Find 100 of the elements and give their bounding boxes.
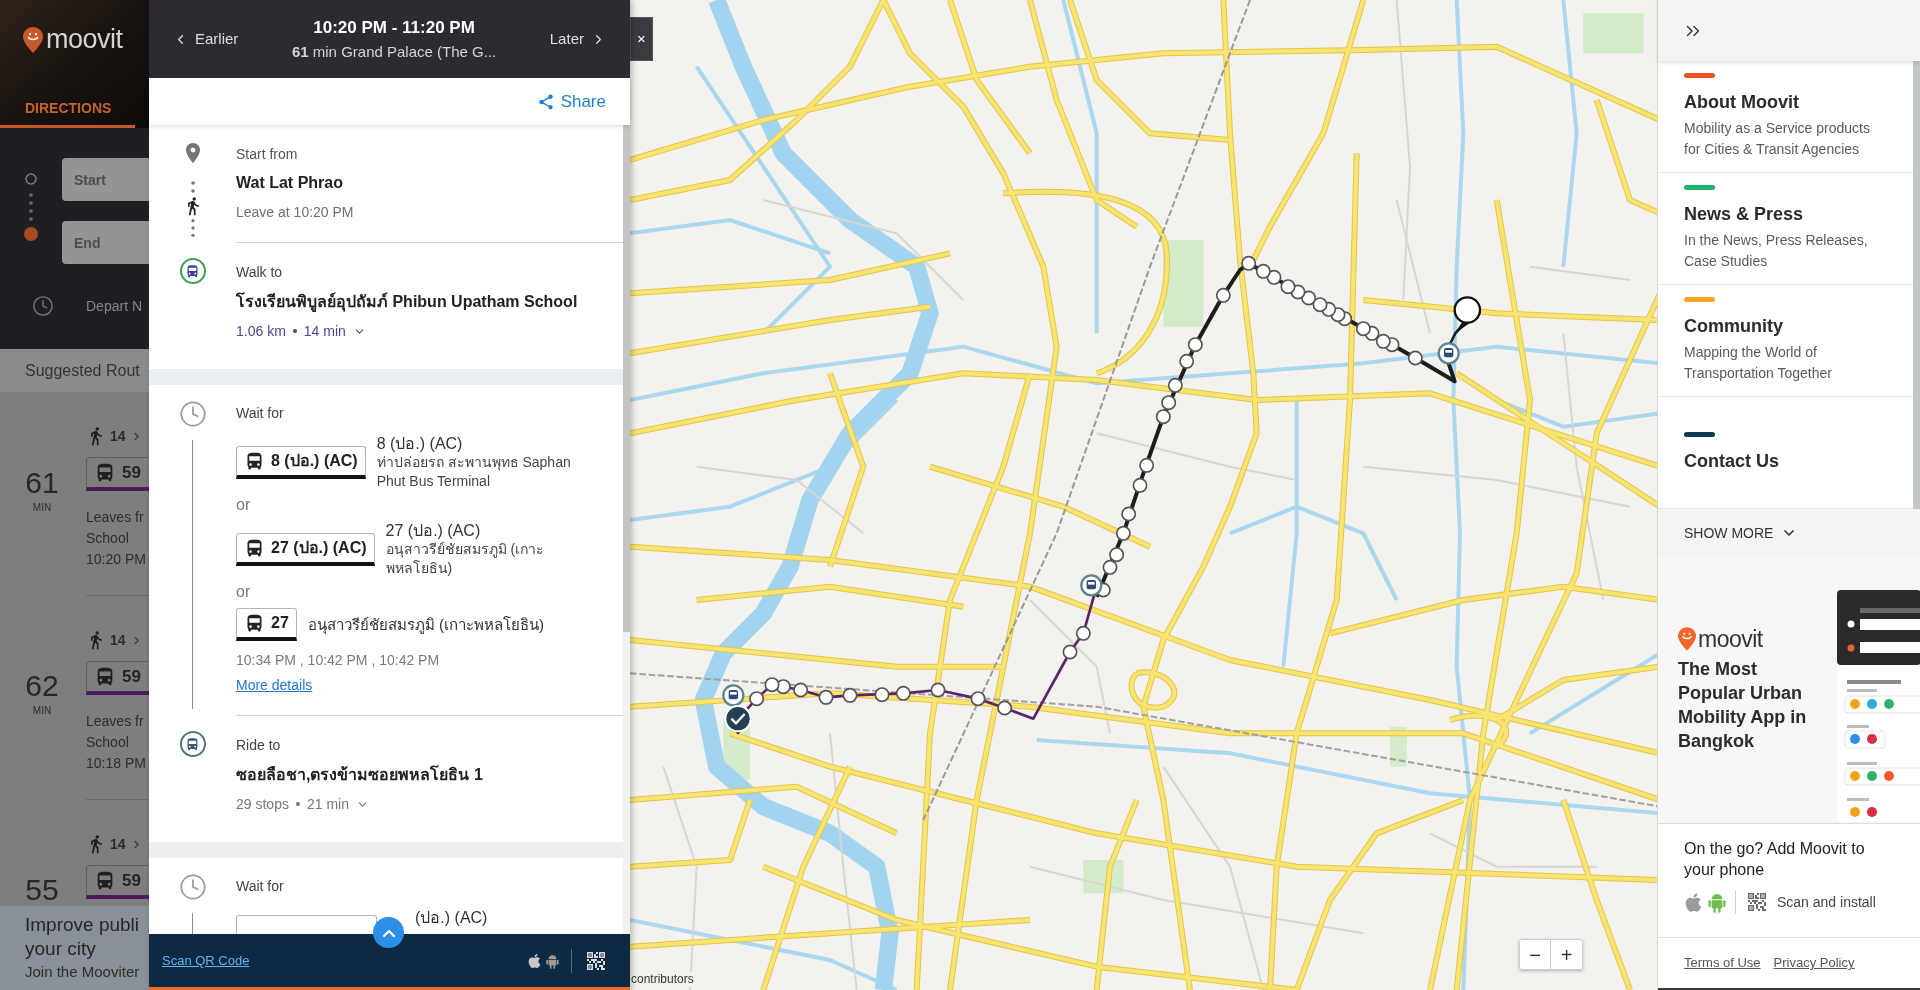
clock-icon: [178, 873, 207, 901]
close-panel-button[interactable]: ×: [630, 17, 653, 61]
sidebar-link-title[interactable]: Community: [1684, 314, 1783, 338]
direction-text: ท่าปล่อยรถ สะพานพุทธ Saphan Phut Bus Terminal: [376, 453, 572, 491]
or-label: or: [236, 582, 252, 602]
departure-label: Leaves fr: [86, 508, 145, 527]
place-name: โรงเรียนพิบูลย์อุปถัมภ์ Phibun Upatham School: [236, 291, 579, 313]
walk-minutes: 14: [110, 834, 126, 854]
stop-dot: [1132, 477, 1148, 493]
map-attribution: contributors: [630, 972, 695, 987]
step-details-toggle[interactable]: 29 stops 21 min: [236, 794, 369, 814]
line-number-label: 27 (ปอ.) (AC): [271, 538, 367, 558]
line-name: (ปอ.) (AC): [415, 908, 489, 927]
stop-dot: [1280, 279, 1296, 295]
app-download-title: On the go? Add Moovit to your phone: [1684, 839, 1866, 880]
stop-dot: [1312, 297, 1328, 313]
dotted-path-line: [190, 217, 195, 239]
stop-dot: [818, 689, 834, 705]
stop-dot: [1167, 377, 1183, 393]
scan-install-label: Scan and install: [1777, 892, 1876, 912]
later-button[interactable]: Later: [549, 27, 606, 51]
stop-name: School: [86, 733, 130, 752]
apple-icon[interactable]: [527, 952, 542, 969]
trip-time-range: 10:20 PM - 11:20 PM: [313, 17, 475, 39]
leave-time: Leave at 10:20 PM: [236, 203, 355, 222]
stop-dot: [1109, 547, 1125, 563]
stop-dot: [970, 691, 986, 707]
zoom-out-button[interactable]: −: [1519, 939, 1551, 970]
origin-circle-icon: [25, 173, 37, 185]
sidebar-link-title[interactable]: News & Press: [1684, 202, 1804, 226]
direction-text: อนุสาวรีย์ชัยสมรภูมิ (เกาะพหลโยธิน): [385, 540, 546, 578]
stop-dot: [1155, 409, 1171, 425]
bus-stop-icon: [722, 684, 745, 707]
bus-stop-icon: [1437, 342, 1460, 365]
route-duration: 55: [25, 875, 59, 905]
stop-dot: [1255, 263, 1271, 279]
line-name: 27 (ปอ.) (AC): [385, 521, 482, 540]
banner-title: your city: [25, 937, 97, 961]
separator-dot-icon: [295, 802, 300, 806]
line-name: 8 (ปอ.) (AC): [376, 434, 464, 453]
step-label: Ride to: [236, 736, 282, 754]
earlier-button[interactable]: Earlier: [173, 27, 239, 51]
line-number-label: 27: [271, 613, 289, 633]
stop-dot: [749, 691, 765, 707]
step-label: Walk to: [236, 263, 284, 281]
stop-dot: [1187, 337, 1203, 353]
sidebar-link-title[interactable]: Contact Us: [1684, 449, 1779, 473]
walk-minutes: 14: [110, 426, 126, 446]
or-label: or: [236, 495, 252, 515]
footer-link[interactable]: Terms of Use: [1684, 953, 1761, 973]
bus-stop-icon: [179, 731, 206, 757]
stop-dot: [1215, 287, 1231, 303]
qr-code-icon[interactable]: [1745, 890, 1769, 914]
share-button[interactable]: Share: [536, 88, 606, 115]
step-label: Wait for: [236, 877, 285, 895]
depart-time-option[interactable]: Depart N: [86, 295, 143, 317]
stop-dot: [1266, 269, 1282, 285]
start-field[interactable]: Start: [62, 158, 149, 201]
stop-dot: [1407, 350, 1423, 366]
stop-dot: [1139, 457, 1155, 473]
step-details-toggle[interactable]: 1.06 km 14 min: [236, 321, 366, 341]
logo-text: moovit: [46, 24, 123, 54]
zoom-in-button[interactable]: +: [1551, 939, 1583, 970]
stop-dot: [1115, 525, 1131, 541]
route-duration: 62: [25, 671, 59, 701]
line-number-label: 59: [122, 665, 141, 688]
walk-minutes: 14: [110, 630, 126, 650]
end-field[interactable]: End: [62, 221, 149, 264]
scrollbar-thumb[interactable]: [623, 125, 630, 632]
more-details-link[interactable]: More details: [236, 675, 313, 695]
step-label: Wait for: [236, 404, 285, 422]
footer-link[interactable]: Privacy Policy: [1773, 953, 1855, 973]
step-label: Start from: [236, 145, 299, 163]
bus-stop-icon: [1080, 574, 1103, 597]
sidebar-link-title[interactable]: About Moovit: [1684, 90, 1799, 114]
sidebar-link-description: In the News, Press Releases, Case Studies: [1684, 231, 1869, 271]
stop-dot: [793, 682, 809, 698]
scrollbar-thumb[interactable]: [1913, 61, 1920, 509]
stop-dot: [997, 700, 1013, 716]
android-icon[interactable]: [546, 952, 559, 969]
scan-qr-link[interactable]: Scan QR Code: [162, 950, 250, 971]
stop-dot: [1161, 395, 1177, 411]
stop-dot: [1301, 290, 1317, 306]
stop-dot: [1102, 559, 1118, 575]
chevron-up-icon: [382, 928, 395, 937]
section-title: Suggested Rout: [25, 360, 140, 381]
place-name: ซอยลือชา,ตรงข้ามซอยพหลโยธิน 1: [236, 764, 484, 785]
separator-dot-icon: [292, 329, 297, 333]
moovit-pin-icon: [1678, 627, 1696, 651]
banner-subtitle: Join the Mooviter: [25, 962, 141, 982]
destination-check-icon: [724, 705, 752, 735]
departure-times: 10:34 PM , 10:42 PM , 10:42 PM: [236, 651, 441, 670]
stop-dot: [1062, 644, 1078, 660]
logo-text: moovit: [1698, 627, 1763, 651]
promo-headline: The Most Popular Urban Mobility App in Bangkok: [1678, 658, 1808, 753]
show-more-button[interactable]: SHOW MORE: [1658, 509, 1920, 557]
stop-dot: [874, 687, 890, 703]
stop-name: School: [86, 529, 130, 548]
stop-dot: [930, 682, 946, 698]
direction-text: อนุสาวรีย์ชัยสมรภูมิ (เกาะพหลโยธิน): [307, 614, 544, 635]
